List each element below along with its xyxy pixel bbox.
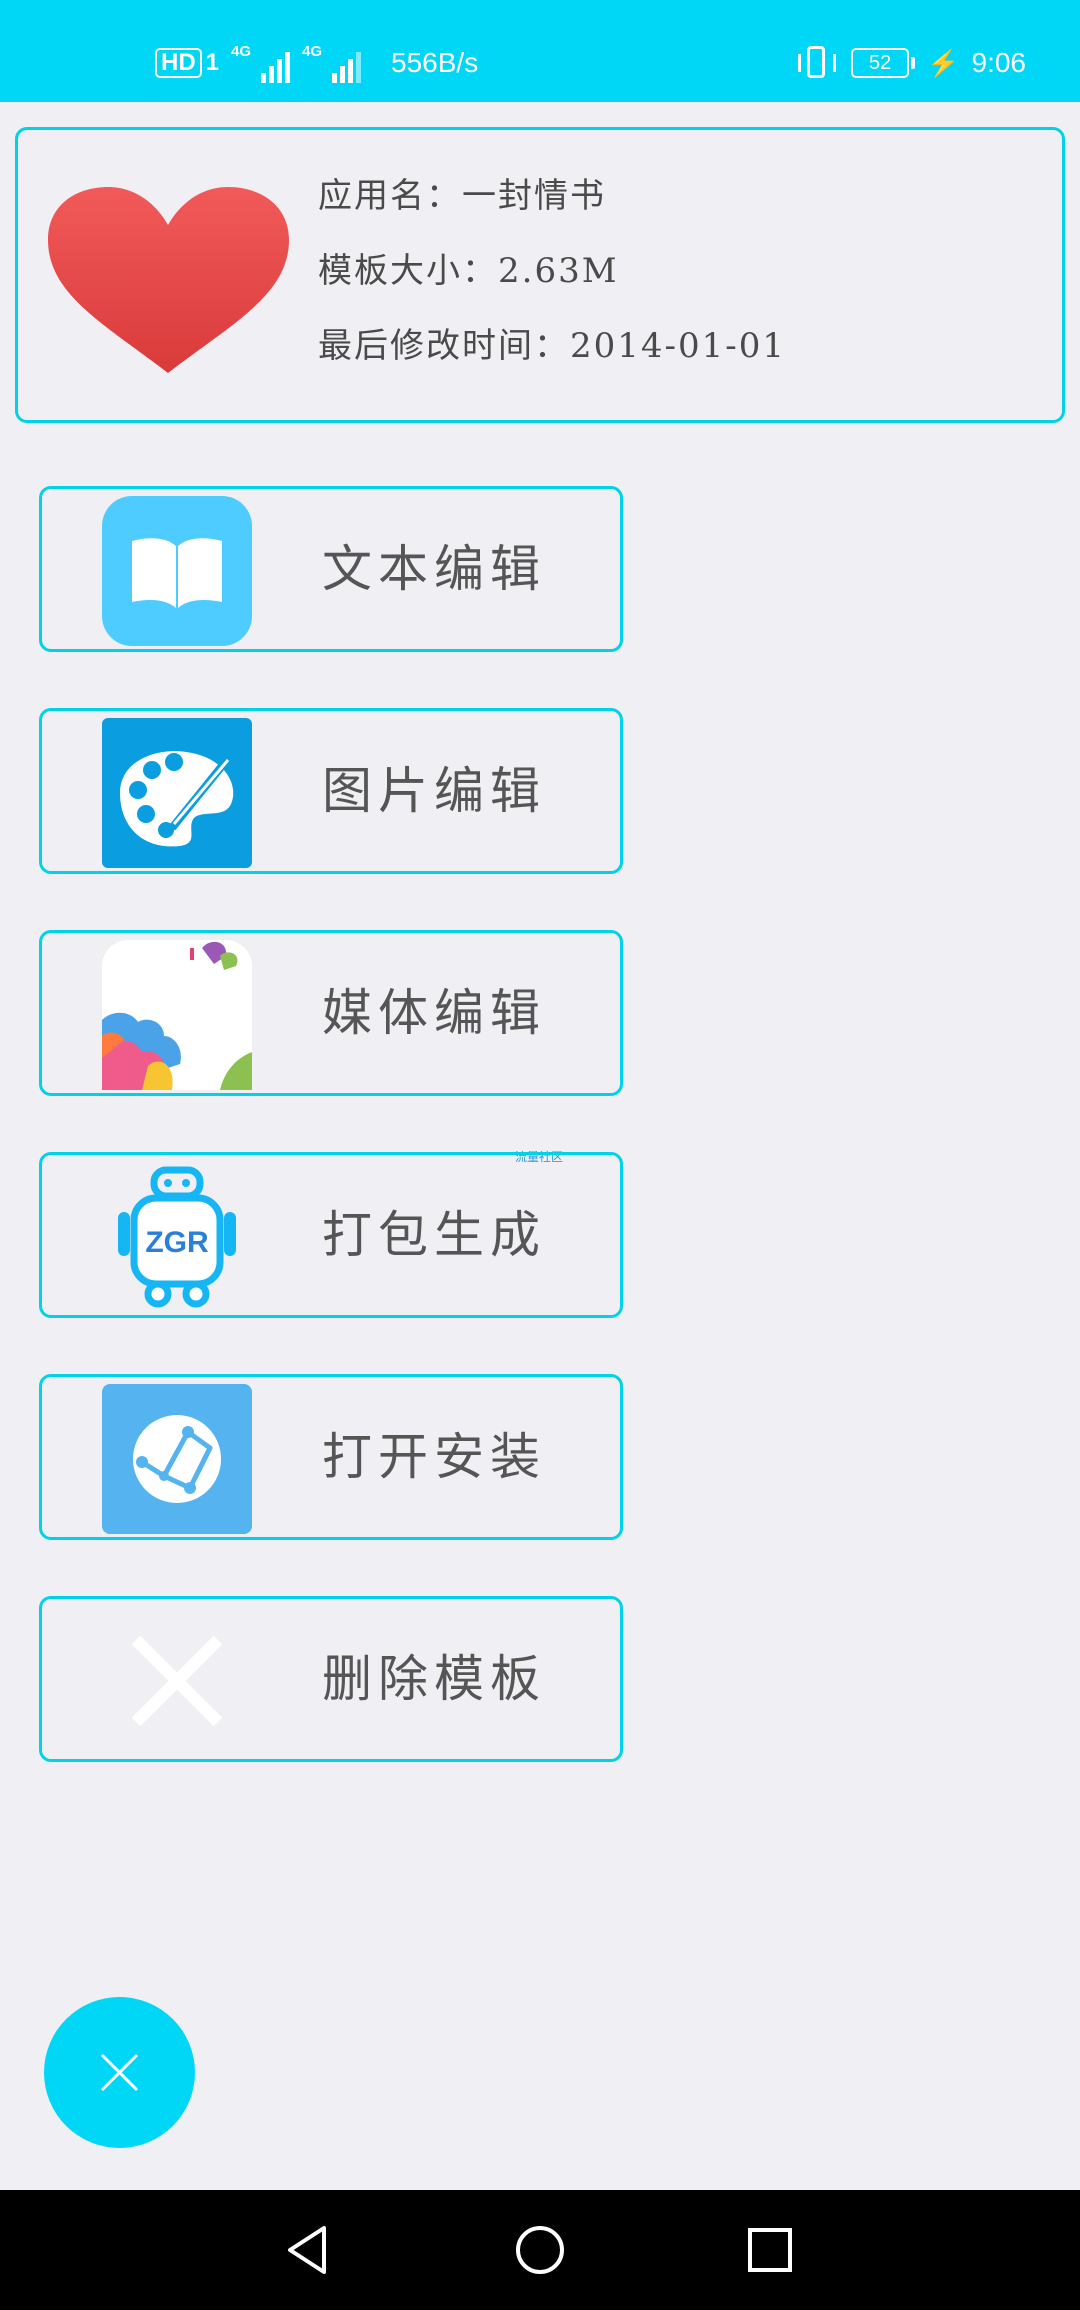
hd-badge: HD 1 (155, 48, 219, 78)
text-edit-button[interactable]: 文本编辑 (39, 486, 623, 652)
battery-icon: 52 (851, 48, 916, 78)
package-build-label: 打包生成 (322, 1206, 546, 1264)
home-button[interactable] (480, 2190, 600, 2310)
network-type-1: 4G (231, 43, 252, 60)
media-edit-label: 媒体编辑 (322, 984, 546, 1042)
svg-text:ZGR: ZGR (145, 1226, 209, 1259)
vibrate-icon (795, 46, 839, 80)
hd-label: HD (155, 48, 202, 78)
status-left: HD 1 4G 4G 556B/s (155, 40, 478, 86)
charging-icon: ⚡ (927, 47, 960, 78)
recents-icon (748, 2228, 792, 2272)
image-edit-button[interactable]: 图片编辑 (39, 708, 623, 874)
template-info-card: 应用名：一封情书 模板大小：2.63M 最后修改时间：2014-01-01 (15, 127, 1065, 423)
image-edit-label: 图片编辑 (322, 762, 546, 820)
battery-level: 52 (851, 48, 910, 78)
template-size: 模板大小：2.63M (318, 251, 619, 291)
package-build-button[interactable]: ZGR 打包生成 (39, 1152, 623, 1318)
network-type-2: 4G (302, 43, 323, 60)
app-name: 应用名：一封情书 (318, 176, 606, 216)
recents-button[interactable] (710, 2190, 830, 2310)
text-edit-label: 文本编辑 (322, 540, 546, 598)
hd-sub: 1 (205, 49, 220, 76)
network-speed: 556B/s (391, 47, 479, 78)
open-install-button[interactable]: 打开安装 (39, 1374, 623, 1540)
last-modified: 最后修改时间：2014-01-01 (318, 326, 787, 366)
clock: 9:06 (971, 47, 1027, 78)
delete-template-button[interactable]: 删除模板 (39, 1596, 623, 1762)
signal-icon-1: 4G (231, 43, 291, 83)
home-icon (516, 2226, 564, 2274)
back-button[interactable] (250, 2190, 370, 2310)
book-icon (102, 496, 252, 646)
open-install-label: 打开安装 (322, 1428, 546, 1486)
status-right: 52 ⚡ 9:06 (795, 40, 1026, 86)
heart-icon (48, 187, 289, 373)
back-icon (288, 2226, 326, 2274)
media-icon (102, 940, 252, 1090)
palette-icon (102, 718, 252, 868)
media-edit-button[interactable]: 媒体编辑 (39, 930, 623, 1096)
delete-icon (131, 1635, 223, 1727)
delete-template-label: 删除模板 (322, 1650, 546, 1708)
robot-icon: ZGR (118, 1166, 236, 1308)
close-icon (100, 2053, 139, 2092)
status-bar: HD 1 4G 4G 556B/s 52 ⚡ 9:06 (0, 0, 1080, 102)
signal-icon-2: 4G (302, 43, 362, 83)
info-lines: 应用名：一封情书 模板大小：2.63M 最后修改时间：2014-01-01 (318, 168, 786, 393)
install-icon (102, 1384, 252, 1534)
close-fab-button[interactable] (44, 1997, 195, 2148)
navigation-bar (0, 2190, 1080, 2310)
